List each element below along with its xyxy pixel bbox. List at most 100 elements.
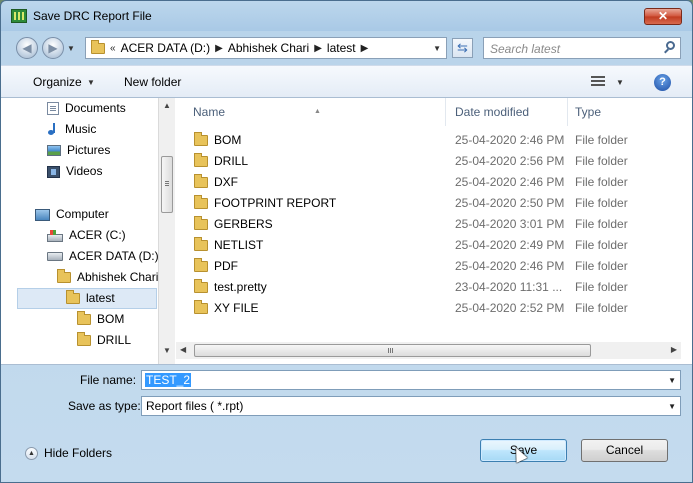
save-as-type-dropdown-arrow[interactable]: ▼: [668, 402, 676, 411]
back-button[interactable]: ◀: [16, 37, 38, 59]
breadcrumb-separator[interactable]: ▶: [361, 43, 369, 54]
scrollbar-thumb[interactable]: [161, 156, 173, 213]
views-dropdown-arrow[interactable]: ▼: [616, 78, 624, 87]
file-name: BOM: [214, 133, 242, 147]
sidebar-item-acer-data-d[interactable]: ACER DATA (D:): [47, 246, 158, 267]
file-row-gerbers[interactable]: GERBERS 25-04-2020 3:01 PM File folder: [176, 214, 681, 235]
breadcrumb-separator[interactable]: ▶: [215, 43, 223, 54]
sidebar-item-label: Abhishek Chari: [77, 270, 158, 284]
sidebar-item-label: BOM: [97, 312, 125, 326]
sidebar-item-label: Documents: [65, 101, 126, 115]
views-icon[interactable]: [591, 76, 605, 87]
column-header-type[interactable]: Type: [558, 98, 681, 126]
scroll-left-arrow[interactable]: ◀: [180, 345, 186, 354]
videos-icon: [47, 165, 60, 178]
help-icon[interactable]: ?: [654, 74, 671, 91]
file-date: 25-04-2020 2:46 PM: [455, 133, 565, 147]
sidebar-item-abhishek-chari[interactable]: Abhishek Chari: [57, 267, 158, 288]
breadcrumb-overflow[interactable]: «: [110, 43, 116, 54]
sidebar-item-bom[interactable]: BOM: [77, 309, 124, 330]
sidebar-item-computer[interactable]: Computer: [35, 204, 109, 225]
breadcrumb-user-folder[interactable]: Abhishek Chari: [228, 41, 309, 55]
file-row-dxf[interactable]: DXF 25-04-2020 2:46 PM File folder: [176, 172, 681, 193]
forward-button[interactable]: ▶: [42, 37, 64, 59]
column-header-date-modified[interactable]: Date modified: [438, 98, 568, 126]
search-icon[interactable]: [666, 41, 675, 50]
file-list-horizontal-scrollbar[interactable]: ◀ ▶: [176, 342, 681, 359]
save-as-type-value: Report files ( *.rpt): [146, 399, 244, 413]
sidebar-item-videos[interactable]: Videos: [47, 161, 102, 182]
close-button[interactable]: ✕: [644, 8, 682, 25]
refresh-button[interactable]: ⇆: [452, 38, 473, 58]
file-row-drill[interactable]: DRILL 25-04-2020 2:56 PM File folder: [176, 151, 681, 172]
sidebar-item-label: latest: [86, 291, 115, 305]
file-row-footprint-report[interactable]: FOOTPRINT REPORT 25-04-2020 2:50 PM File…: [176, 193, 681, 214]
folder-icon: [194, 174, 208, 188]
command-toolbar: Organize ▼ New folder ▼ ?: [1, 65, 692, 98]
file-date: 25-04-2020 2:46 PM: [455, 175, 565, 189]
recent-locations-dropdown[interactable]: ▼: [67, 44, 75, 53]
app-icon: [11, 9, 27, 23]
sidebar-item-latest[interactable]: latest: [17, 288, 157, 309]
cancel-button[interactable]: Cancel: [581, 439, 668, 462]
sidebar-item-pictures[interactable]: Pictures: [47, 140, 110, 161]
column-header-name[interactable]: Name ▲: [176, 98, 446, 126]
file-name: GERBERS: [214, 217, 273, 231]
column-header-label: Name: [193, 105, 226, 119]
navigation-pane[interactable]: Documents Music Pictures Videos Computer…: [1, 98, 158, 364]
file-type: File folder: [575, 133, 628, 147]
folder-icon: [194, 300, 208, 314]
address-bar[interactable]: « ACER DATA (D:) ▶ Abhishek Chari ▶ late…: [85, 37, 447, 59]
sidebar-item-label: Computer: [56, 207, 109, 221]
organize-button[interactable]: Organize: [33, 75, 82, 89]
file-list: Name ▲ Date modified Type BOM 25-04-2020…: [176, 98, 692, 364]
file-row-pdf[interactable]: PDF 25-04-2020 2:46 PM File folder: [176, 256, 681, 277]
file-name-input[interactable]: TEST_2 ▼: [141, 370, 681, 390]
breadcrumb-separator[interactable]: ▶: [314, 43, 322, 54]
address-dropdown-arrow[interactable]: ▼: [433, 44, 441, 53]
file-date: 25-04-2020 2:50 PM: [455, 196, 565, 210]
computer-icon: [35, 208, 50, 221]
sort-ascending-icon: ▲: [314, 108, 321, 115]
organize-dropdown-arrow[interactable]: ▼: [87, 78, 95, 87]
scrollbar-thumb[interactable]: [194, 344, 591, 357]
save-as-type-select[interactable]: Report files ( *.rpt) ▼: [141, 396, 681, 416]
file-date: 25-04-2020 2:56 PM: [455, 154, 565, 168]
file-row-xy-file[interactable]: XY FILE 25-04-2020 2:52 PM File folder: [176, 298, 681, 319]
folder-icon: [91, 39, 105, 54]
new-folder-button[interactable]: New folder: [124, 75, 181, 89]
file-name-dropdown-arrow[interactable]: ▼: [668, 376, 676, 385]
sidebar-item-acer-c[interactable]: ACER (C:): [47, 225, 126, 246]
file-type: File folder: [575, 301, 628, 315]
sidebar-item-documents[interactable]: Documents: [47, 98, 126, 119]
folder-icon: [194, 216, 208, 230]
file-date: 25-04-2020 2:46 PM: [455, 259, 565, 273]
file-type: File folder: [575, 280, 628, 294]
sidebar-item-music[interactable]: Music: [47, 119, 96, 140]
file-type: File folder: [575, 175, 628, 189]
file-row-netlist[interactable]: NETLIST 25-04-2020 2:49 PM File folder: [176, 235, 681, 256]
sidebar-item-drill[interactable]: DRILL: [77, 330, 131, 351]
file-name: DXF: [214, 175, 238, 189]
folder-icon: [194, 279, 208, 293]
search-input[interactable]: Search latest: [483, 37, 681, 59]
breadcrumb-drive[interactable]: ACER DATA (D:): [121, 41, 211, 55]
navigation-pane-scrollbar[interactable]: ▲ ▼: [158, 98, 175, 364]
system-drive-icon: [47, 229, 63, 242]
file-row-test-pretty[interactable]: test.pretty 23-04-2020 11:31 ... File fo…: [176, 277, 681, 298]
file-name: test.pretty: [214, 280, 267, 294]
scroll-right-arrow[interactable]: ▶: [671, 345, 677, 354]
file-type: File folder: [575, 238, 628, 252]
sidebar-item-label: ACER DATA (D:): [69, 249, 158, 263]
hide-folders-button[interactable]: ▲ Hide Folders: [25, 446, 112, 460]
scroll-down-arrow[interactable]: ▼: [163, 346, 171, 355]
music-icon: [47, 123, 59, 136]
breadcrumb-latest[interactable]: latest: [327, 41, 356, 55]
scroll-up-arrow[interactable]: ▲: [163, 101, 171, 110]
title-bar: Save DRC Report File ✕: [1, 1, 692, 31]
file-row-bom[interactable]: BOM 25-04-2020 2:46 PM File folder: [176, 130, 681, 151]
folder-icon: [194, 258, 208, 272]
file-date: 23-04-2020 11:31 ...: [455, 280, 563, 294]
file-name: DRILL: [214, 154, 249, 168]
file-type: File folder: [575, 154, 628, 168]
